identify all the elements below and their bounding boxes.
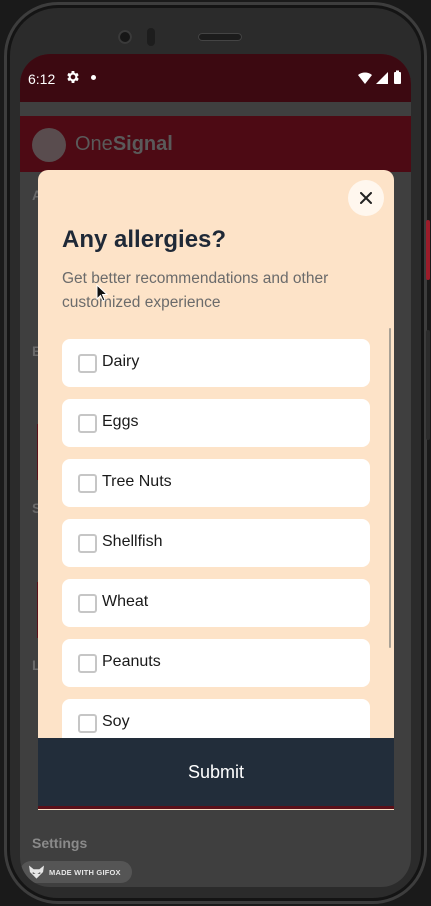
option-wheat[interactable]: Wheat (62, 579, 370, 627)
system-status-icons (358, 70, 401, 84)
allergy-options-list: Dairy Eggs Tree Nuts Shellfish Wheat Pea… (62, 339, 370, 759)
option-label: Peanuts (102, 653, 161, 670)
checkbox[interactable] (78, 354, 97, 373)
notification-dot-icon (91, 75, 96, 80)
submit-button[interactable]: Submit (38, 738, 394, 806)
gear-icon (67, 71, 79, 83)
option-label: Soy (102, 713, 130, 730)
option-shellfish[interactable]: Shellfish (62, 519, 370, 567)
checkbox[interactable] (78, 594, 97, 613)
screen: 6:12 OneSignal A E S L Any allergies? Ge… (20, 54, 411, 887)
sensor (147, 28, 155, 46)
watermark-text: MADE WITH GIFOX (49, 868, 121, 877)
option-peanuts[interactable]: Peanuts (62, 639, 370, 687)
option-dairy[interactable]: Dairy (62, 339, 370, 387)
status-bar: 6:12 (20, 54, 411, 102)
scrollbar[interactable] (389, 328, 391, 648)
close-button[interactable] (348, 180, 384, 216)
option-label: Eggs (102, 413, 139, 430)
earpiece-speaker (198, 33, 242, 41)
power-button (426, 220, 430, 280)
settings-label: Settings (32, 835, 88, 851)
option-label: Wheat (102, 593, 149, 610)
checkbox[interactable] (78, 714, 97, 733)
signal-icon (376, 72, 388, 84)
front-camera (118, 30, 132, 44)
option-label: Tree Nuts (102, 473, 172, 490)
allergies-modal: Any allergies? Get better recommendation… (38, 170, 394, 810)
checkbox[interactable] (78, 534, 97, 553)
onesignal-logo-icon (32, 128, 66, 162)
option-label: Dairy (102, 353, 140, 370)
option-eggs[interactable]: Eggs (62, 399, 370, 447)
checkbox[interactable] (78, 414, 97, 433)
battery-icon (394, 72, 401, 84)
checkbox[interactable] (78, 654, 97, 673)
wifi-icon (358, 72, 372, 84)
option-label: Shellfish (102, 533, 163, 550)
app-title: OneSignal (75, 133, 173, 155)
app-bar: OneSignal (20, 116, 411, 172)
option-tree-nuts[interactable]: Tree Nuts (62, 459, 370, 507)
status-time: 6:12 (28, 71, 56, 87)
fox-logo-icon (29, 865, 44, 879)
mouse-cursor-icon (96, 284, 108, 302)
checkbox[interactable] (78, 474, 97, 493)
gifox-watermark: MADE WITH GIFOX (20, 861, 132, 883)
close-icon (360, 192, 372, 204)
volume-button (426, 330, 430, 440)
modal-title: Any allergies? (62, 226, 227, 253)
